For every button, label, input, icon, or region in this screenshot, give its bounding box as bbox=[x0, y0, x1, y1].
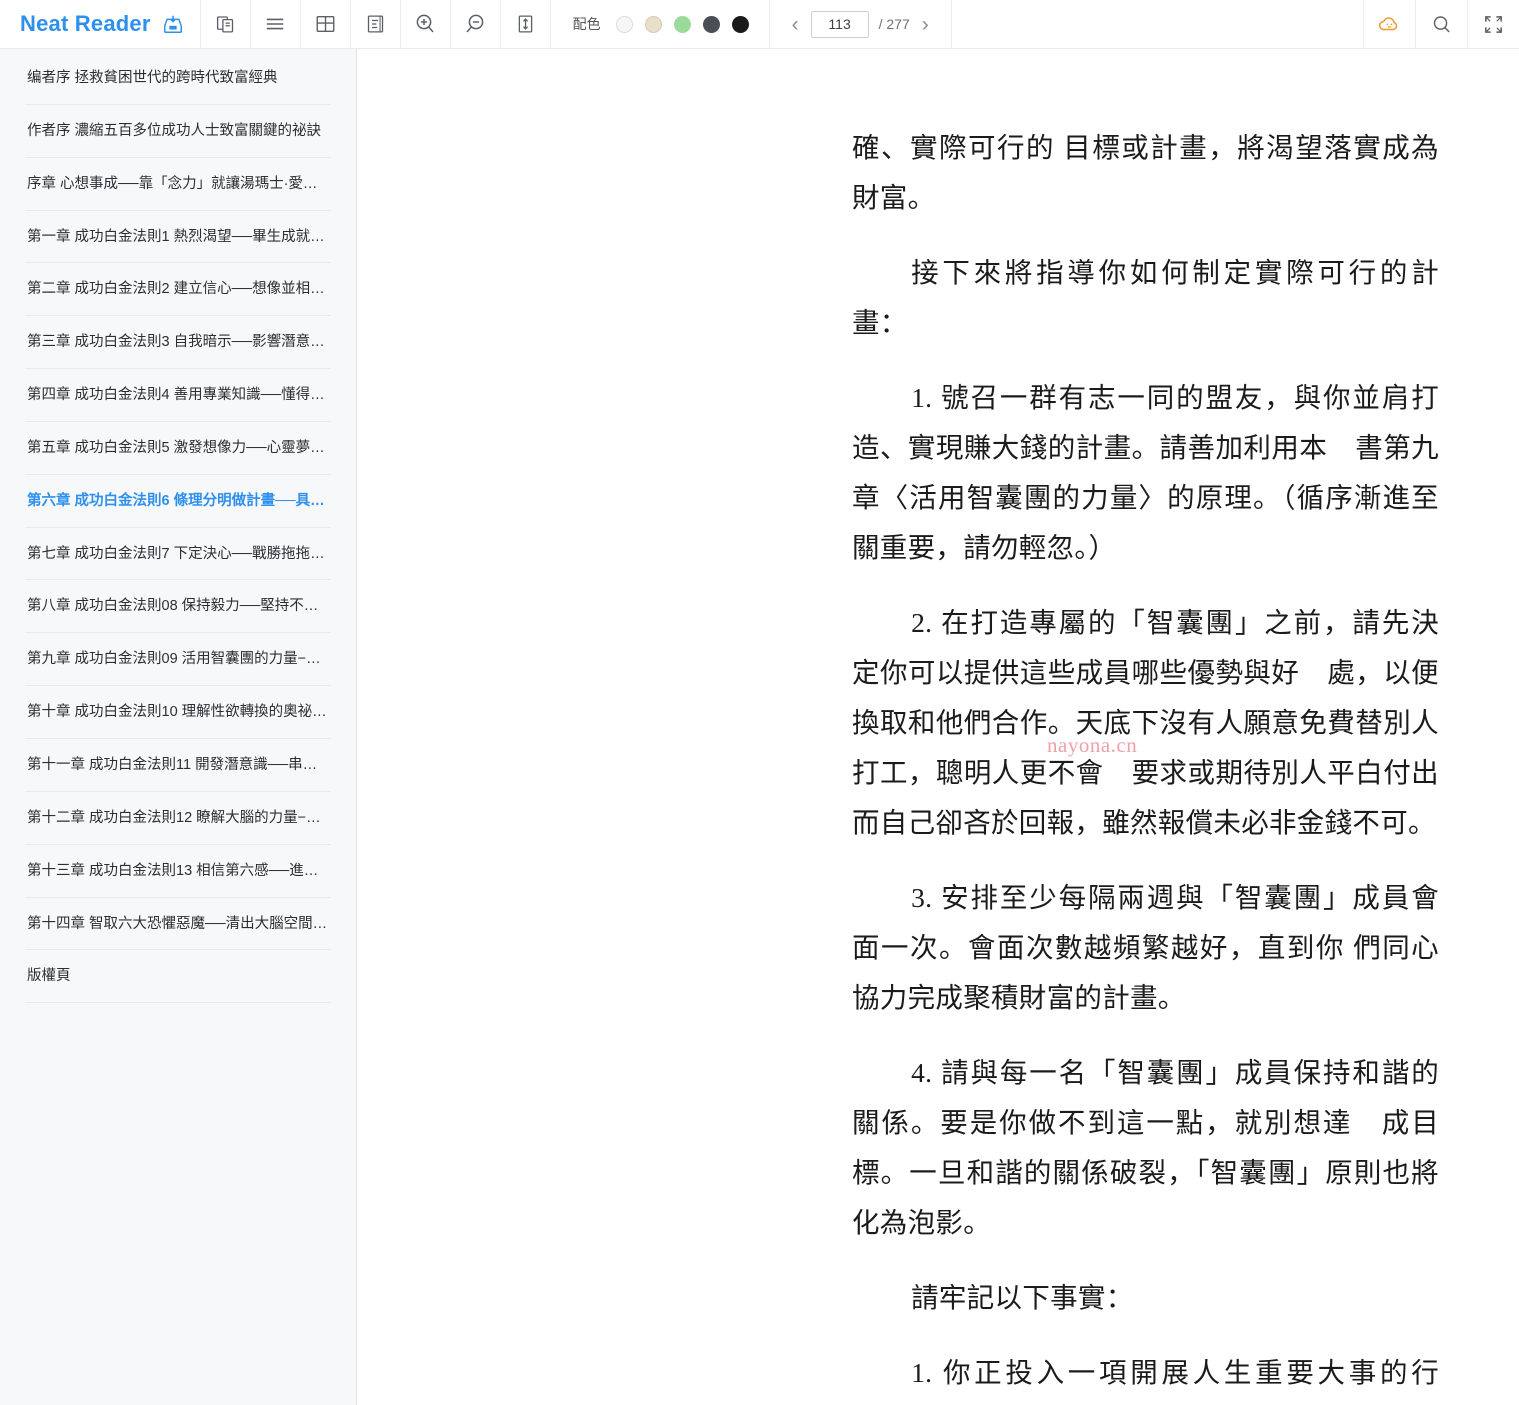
cloud-sync-button[interactable] bbox=[1363, 0, 1415, 48]
toc-item-8[interactable]: 第六章 成功白金法則6 條理分明做計畫──具… bbox=[25, 475, 331, 528]
table-of-contents-sidebar[interactable]: 编者序 拯救貧困世代的跨時代致富經典 作者序 濃縮五百多位成功人士致富關鍵的祕訣… bbox=[0, 49, 357, 1405]
top-toolbar: Neat Reader 配色 ‹ 113 / 277 › bbox=[0, 0, 1519, 49]
zoom-out-button[interactable] bbox=[451, 0, 501, 48]
search-button[interactable] bbox=[1415, 0, 1467, 48]
toolbar-right-group bbox=[1363, 0, 1519, 48]
prev-page-button[interactable]: ‹ bbox=[790, 14, 801, 35]
paragraph-0: 確、實際可行的 目標或計畫，將渴望落實成為財富。 bbox=[852, 132, 1439, 213]
zoom-in-icon bbox=[413, 12, 437, 36]
notes-panel-button[interactable] bbox=[351, 0, 401, 48]
menu-lines-icon bbox=[263, 13, 287, 35]
fullscreen-icon bbox=[1482, 13, 1505, 36]
book-page: 確、實際可行的 目標或計畫，將渴望落實成為財富。 接下來將指導你如何制定實際可行… bbox=[357, 49, 1519, 1405]
paragraph-7: 1. 你正投入一項開展人生重要大事的行動，若想確保成功，你非得制定無懈可擊 的計… bbox=[911, 1357, 1439, 1388]
main-body: 编者序 拯救貧困世代的跨時代致富經典 作者序 濃縮五百多位成功人士致富關鍵的祕訣… bbox=[0, 49, 1519, 1405]
paragraph-2: 1. 號召一群有志一同的盟友，與你並肩打造、實現賺大錢的計畫。請善加利用本 書第… bbox=[852, 382, 1439, 563]
brand-logo[interactable]: Neat Reader bbox=[0, 0, 201, 48]
two-page-view-icon bbox=[215, 13, 236, 35]
brand-name: Neat Reader bbox=[20, 11, 151, 36]
total-pages-label: / 277 bbox=[878, 16, 910, 32]
toc-item-7[interactable]: 第五章 成功白金法則5 激發想像力──心靈夢… bbox=[25, 422, 331, 475]
page-number-input[interactable] bbox=[810, 10, 869, 38]
toc-item-1[interactable]: 作者序 濃縮五百多位成功人士致富關鍵的祕訣 bbox=[25, 105, 331, 158]
toc-item-5[interactable]: 第三章 成功白金法則3 自我暗示──影響潛意… bbox=[25, 316, 331, 370]
toc-item-0[interactable]: 编者序 拯救貧困世代的跨時代致富經典 bbox=[25, 52, 331, 105]
menu-lines-button[interactable] bbox=[251, 0, 301, 48]
paragraph-6: 請牢記以下事實： bbox=[911, 1282, 1134, 1313]
toc-item-4[interactable]: 第二章 成功白金法則2 建立信心──想像並相… bbox=[25, 263, 331, 317]
paragraph-1: 接下來將指導你如何制定實際可行的計畫： bbox=[852, 257, 1439, 338]
toc-item-6[interactable]: 第四章 成功白金法則4 善用專業知識──懂得… bbox=[25, 369, 331, 422]
swatch-theme-dark-gray[interactable] bbox=[702, 15, 720, 33]
reader-content-area[interactable]: 確、實際可行的 目標或計畫，將渴望落實成為財富。 接下來將指導你如何制定實際可行… bbox=[357, 49, 1519, 1405]
zoom-out-icon bbox=[463, 12, 487, 36]
paragraph-5: 4. 請與每一名「智囊團」成員保持和諧的關係。要是你做不到這一點，就別想達 成目… bbox=[852, 1057, 1439, 1238]
two-page-view-button[interactable] bbox=[201, 0, 251, 48]
toc-item-17[interactable]: 版權頁 bbox=[25, 950, 331, 1004]
next-page-button[interactable]: › bbox=[920, 14, 931, 35]
notes-panel-icon bbox=[365, 13, 386, 35]
toc-item-12[interactable]: 第十章 成功白金法則10 理解性欲轉換的奧祕… bbox=[25, 686, 331, 739]
paragraph-4: 3. 安排至少每隔兩週與「智囊團」成員會面一次。會面次數越頻繁越好，直到你 們同… bbox=[852, 882, 1439, 1013]
toc-item-10[interactable]: 第八章 成功白金法則08 保持毅力──堅持不… bbox=[25, 580, 331, 634]
page-navigator: ‹ / 277 › bbox=[770, 0, 952, 48]
neat-reader-app: Neat Reader 配色 ‹ 113 / 277 › 编者序 拯救貧困世代的… bbox=[0, 0, 1519, 1405]
color-theme-picker[interactable]: 配色 bbox=[551, 0, 770, 48]
grid-view-button[interactable] bbox=[301, 0, 351, 48]
palette-label: 配色 bbox=[572, 16, 601, 32]
toc-item-15[interactable]: 第十三章 成功白金法則13 相信第六感──進… bbox=[25, 845, 331, 898]
cloud-sync-icon bbox=[1377, 12, 1403, 36]
line-height-button[interactable] bbox=[501, 0, 551, 48]
save-to-inbox-icon[interactable] bbox=[162, 13, 184, 35]
toc-item-9[interactable]: 第七章 成功白金法則7 下定決心──戰勝拖拖… bbox=[25, 528, 331, 581]
line-height-icon bbox=[515, 13, 536, 35]
toc-item-14[interactable]: 第十二章 成功白金法則12 瞭解大腦的力量−… bbox=[25, 792, 331, 845]
toc-item-16[interactable]: 第十四章 智取六大恐懼惡魔──清出大腦空間… bbox=[25, 898, 331, 951]
swatch-theme-green[interactable] bbox=[673, 15, 691, 33]
zoom-in-button[interactable] bbox=[401, 0, 451, 48]
toc-list: 编者序 拯救貧困世代的跨時代致富經典 作者序 濃縮五百多位成功人士致富關鍵的祕訣… bbox=[0, 52, 356, 1004]
swatch-theme-black[interactable] bbox=[731, 15, 749, 33]
paragraph-3: 2. 在打造專屬的「智囊團」之前，請先決定你可以提供這些成員哪些優勢與好 處，以… bbox=[852, 607, 1439, 838]
toc-item-13[interactable]: 第十一章 成功白金法則11 開發潛意識──串… bbox=[25, 739, 331, 792]
grid-view-icon bbox=[314, 13, 337, 35]
toc-item-3[interactable]: 第一章 成功白金法則1 熱烈渴望──畢生成就… bbox=[25, 211, 331, 264]
swatch-theme-white[interactable] bbox=[615, 15, 633, 33]
toc-item-2[interactable]: 序章 心想事成──靠「念力」就讓湯瑪士·愛迪… bbox=[25, 158, 331, 211]
search-icon bbox=[1430, 13, 1453, 36]
fullscreen-button[interactable] bbox=[1467, 0, 1519, 48]
swatch-theme-sepia[interactable] bbox=[644, 15, 662, 33]
toc-item-11[interactable]: 第九章 成功白金法則09 活用智囊團的力量−… bbox=[25, 633, 331, 687]
